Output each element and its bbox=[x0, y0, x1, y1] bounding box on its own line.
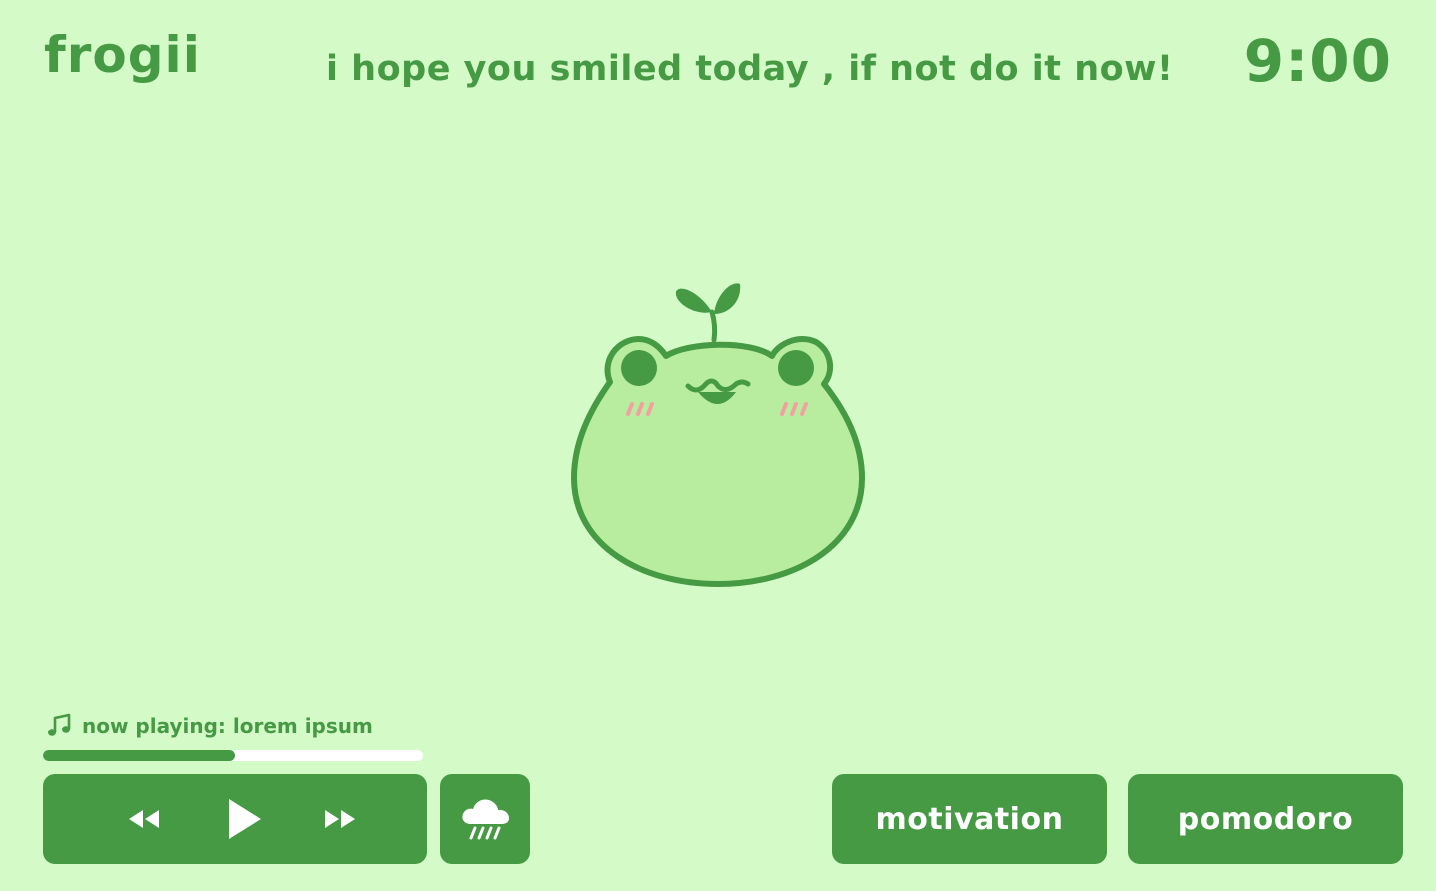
rewind-button[interactable] bbox=[119, 794, 169, 844]
sprout-leaf-left bbox=[675, 288, 712, 313]
frog-eye-left bbox=[621, 350, 657, 386]
music-note-icon bbox=[48, 713, 71, 736]
play-icon bbox=[229, 799, 261, 839]
pomodoro-button[interactable]: pomodoro bbox=[1128, 774, 1403, 864]
progress-bar-fill bbox=[43, 750, 235, 761]
frog-body bbox=[571, 336, 865, 587]
rewind-icon bbox=[129, 810, 159, 828]
sprout-stem bbox=[709, 309, 718, 343]
now-playing: now playing: lorem ipsum bbox=[46, 713, 373, 739]
player-controls bbox=[43, 774, 427, 864]
clock: 9:00 bbox=[1243, 27, 1392, 95]
brand-logo: frogii bbox=[44, 26, 201, 84]
motivation-button[interactable]: motivation bbox=[832, 774, 1107, 864]
frog-eye-right bbox=[778, 350, 814, 386]
rain-cloud-icon bbox=[462, 799, 509, 840]
sprout-leaf-right bbox=[714, 283, 741, 314]
frog-mascot-illustration bbox=[571, 283, 865, 587]
progress-bar[interactable] bbox=[43, 750, 423, 761]
play-button[interactable] bbox=[217, 794, 267, 844]
now-playing-label: now playing: lorem ipsum bbox=[82, 714, 373, 738]
ambient-rain-button[interactable] bbox=[440, 774, 530, 864]
fast-forward-icon bbox=[325, 810, 355, 828]
tagline: i hope you smiled today , if not do it n… bbox=[326, 49, 1174, 89]
fast-forward-button[interactable] bbox=[315, 794, 365, 844]
